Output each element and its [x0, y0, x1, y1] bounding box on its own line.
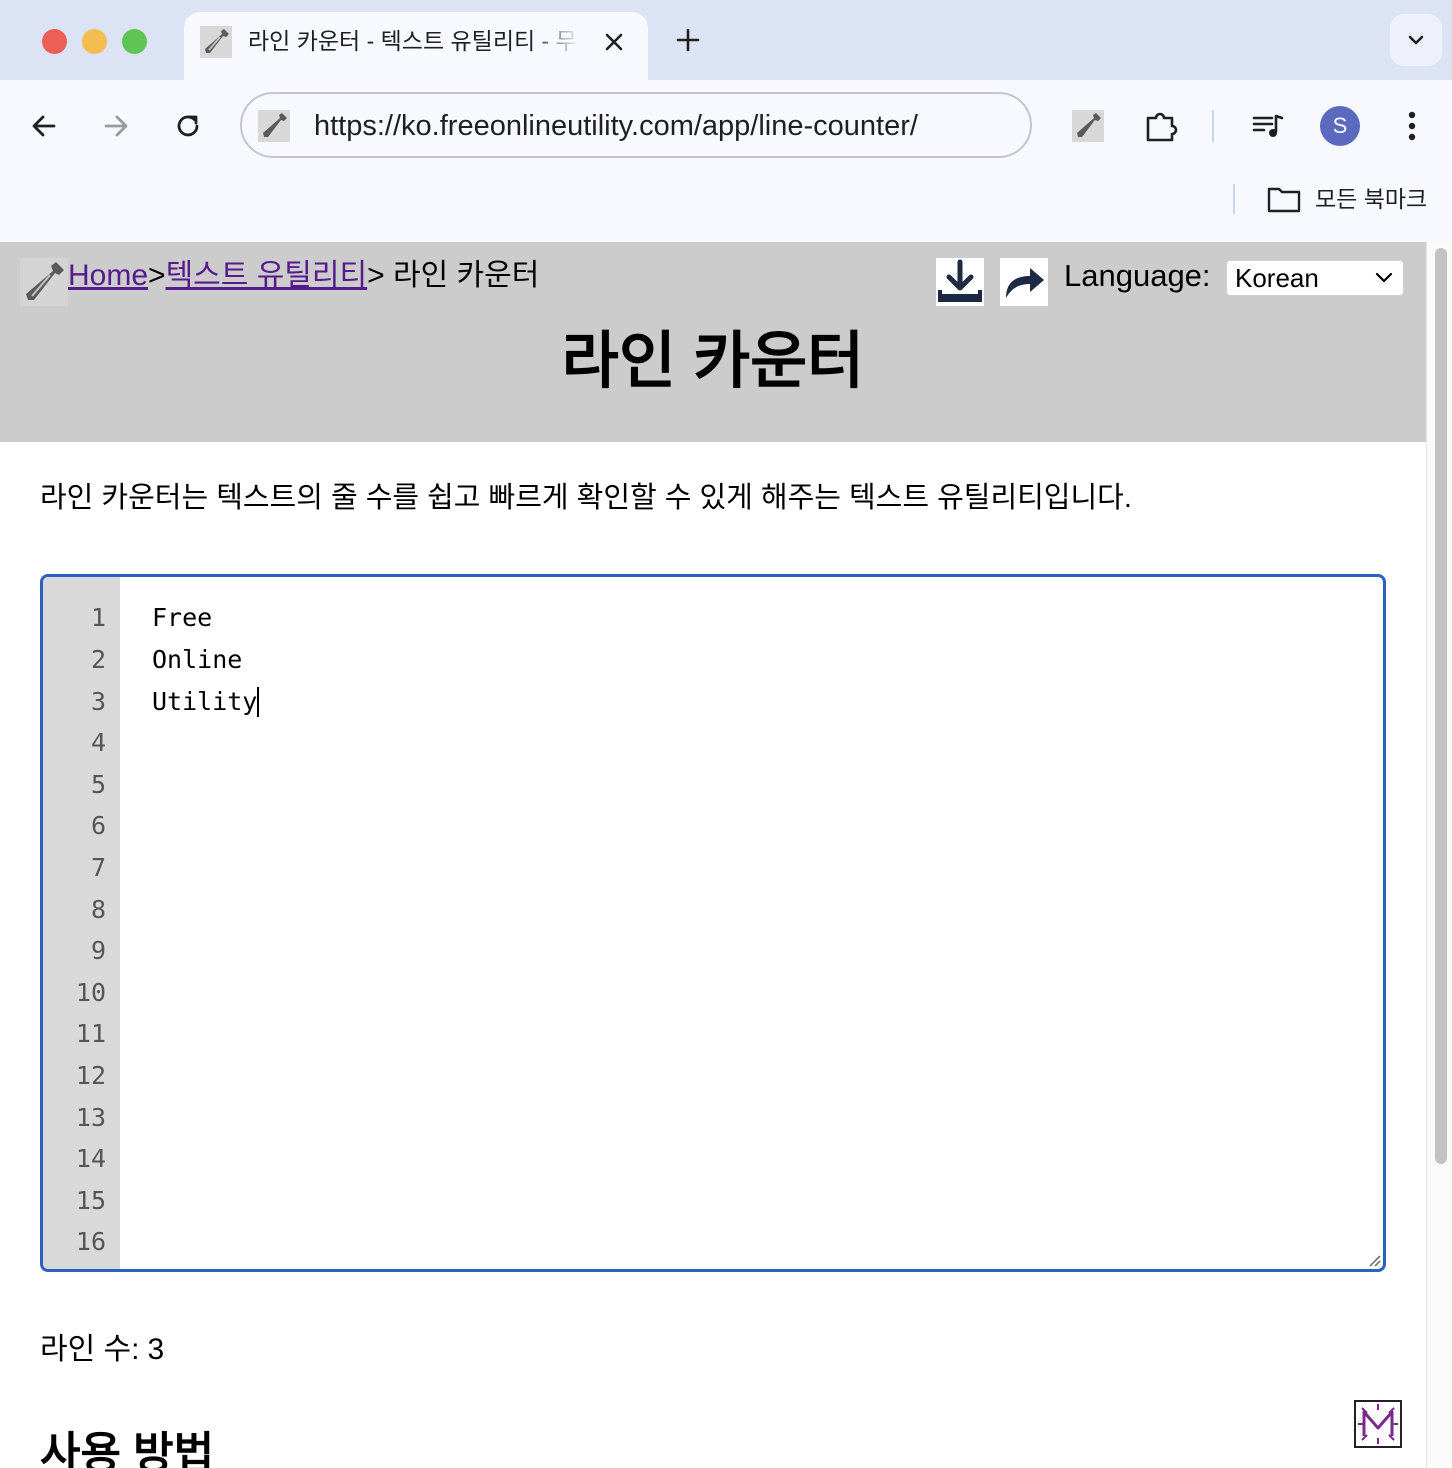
line-number: 9 — [90, 936, 106, 965]
tab-search-button[interactable] — [1390, 14, 1442, 66]
all-bookmarks-label[interactable]: 모든 북마크 — [1315, 184, 1427, 214]
breadcrumb-current: 라인 카운터 — [392, 259, 540, 292]
breadcrumb: Home>텍스트 유틸리티> 라인 카운터 — [68, 256, 539, 296]
breadcrumb-separator: > — [367, 259, 393, 292]
url-text[interactable]: https://ko.freeonlineutility.com/app/lin… — [314, 109, 918, 143]
editor-line: Free — [152, 603, 213, 632]
close-icon[interactable] — [600, 28, 628, 56]
media-control-icon[interactable] — [1248, 106, 1288, 146]
line-number: 2 — [90, 645, 106, 674]
line-number: 7 — [90, 853, 106, 882]
intro-text: 라인 카운터는 텍스트의 줄 수를 쉽고 빠르게 확인할 수 있게 해주는 텍스… — [40, 482, 1132, 514]
site-logo-wrench-icon[interactable] — [20, 258, 68, 306]
bookmarks-divider — [1233, 184, 1235, 214]
scrollbar-thumb[interactable] — [1435, 248, 1447, 1164]
line-number: 10 — [75, 978, 106, 1007]
breadcrumb-separator: > — [148, 259, 166, 292]
m-badge-icon[interactable] — [1354, 1400, 1402, 1448]
line-number: 13 — [75, 1103, 106, 1132]
reload-icon[interactable] — [170, 108, 206, 144]
line-number: 8 — [90, 895, 106, 924]
line-number: 6 — [90, 811, 106, 840]
line-number: 15 — [75, 1186, 106, 1215]
share-arrow-icon[interactable] — [1000, 258, 1048, 306]
line-editor[interactable]: 1 2 3 4 5 6 7 8 9 10 11 12 13 14 15 16 F… — [40, 574, 1386, 1272]
line-count-result: 라인 수: 3 — [40, 1328, 164, 1372]
editor-line: Utility — [152, 687, 258, 716]
line-number: 5 — [90, 770, 106, 799]
window-zoom-button[interactable] — [122, 29, 147, 54]
line-number: 1 — [90, 603, 106, 632]
breadcrumb-category-link[interactable]: 텍스트 유틸리티 — [166, 259, 368, 292]
line-number-gutter: 1 2 3 4 5 6 7 8 9 10 11 12 13 14 15 16 — [43, 577, 120, 1269]
plus-icon[interactable] — [672, 24, 704, 56]
folder-icon[interactable] — [1266, 184, 1302, 214]
tab-strip: 라인 카운터 - 텍스트 유틸리티 - 무료 온라인 유틸리티 — [0, 0, 1452, 80]
back-arrow-icon[interactable] — [26, 108, 62, 144]
editor-line: Online — [152, 645, 243, 674]
browser-chrome: 라인 카운터 - 텍스트 유틸리티 - 무료 온라인 유틸리티 https://… — [0, 0, 1452, 243]
tab-title: 라인 카운터 - 텍스트 유틸리티 - 무료 온라인 유틸리티 — [248, 28, 580, 54]
toolbar-divider — [1212, 110, 1214, 142]
page-header: Home>텍스트 유틸리티> 라인 카운터 Language: Korean 라… — [0, 242, 1426, 442]
editor-line-with-caret: Utility — [152, 687, 260, 717]
active-tab[interactable]: 라인 카운터 - 텍스트 유틸리티 - 무료 온라인 유틸리티 — [184, 12, 648, 80]
page-viewport: Home>텍스트 유틸리티> 라인 카운터 Language: Korean 라… — [0, 242, 1426, 1468]
page-scrollbar[interactable] — [1426, 242, 1452, 1468]
forward-arrow-icon[interactable] — [98, 108, 134, 144]
line-count-label: 라인 수: — [40, 1333, 140, 1366]
line-number: 14 — [75, 1144, 106, 1173]
language-select-value: Korean — [1235, 263, 1319, 293]
window-close-button[interactable] — [42, 29, 67, 54]
site-wrench-icon[interactable] — [258, 110, 290, 142]
breadcrumb-home-link[interactable]: Home — [68, 259, 148, 292]
line-number: 4 — [90, 728, 106, 757]
window-minimize-button[interactable] — [82, 29, 107, 54]
wrench-favicon-icon — [200, 26, 232, 58]
chevron-down-icon — [1408, 35, 1424, 45]
line-count-value: 3 — [147, 1333, 165, 1366]
line-number: 3 — [90, 687, 106, 716]
chevron-down-icon — [1375, 272, 1393, 283]
wrench-extension-icon[interactable] — [1068, 106, 1108, 146]
how-to-use-heading: 사용 방법 — [40, 1429, 215, 1468]
address-bar[interactable]: https://ko.freeonlineutility.com/app/lin… — [240, 92, 1032, 158]
more-vertical-icon[interactable] — [1396, 106, 1428, 146]
line-number: 11 — [75, 1019, 106, 1048]
language-label: Language: — [1064, 258, 1211, 293]
resize-handle-icon[interactable] — [1367, 1253, 1381, 1267]
extension-puzzle-icon[interactable] — [1142, 106, 1182, 146]
download-icon[interactable] — [936, 258, 984, 306]
line-number: 12 — [75, 1061, 106, 1090]
language-select[interactable]: Korean — [1226, 260, 1404, 296]
page-title: 라인 카운터 — [561, 327, 865, 396]
line-number: 16 — [75, 1227, 106, 1256]
profile-avatar[interactable]: S — [1320, 106, 1360, 146]
text-caret — [257, 687, 260, 717]
